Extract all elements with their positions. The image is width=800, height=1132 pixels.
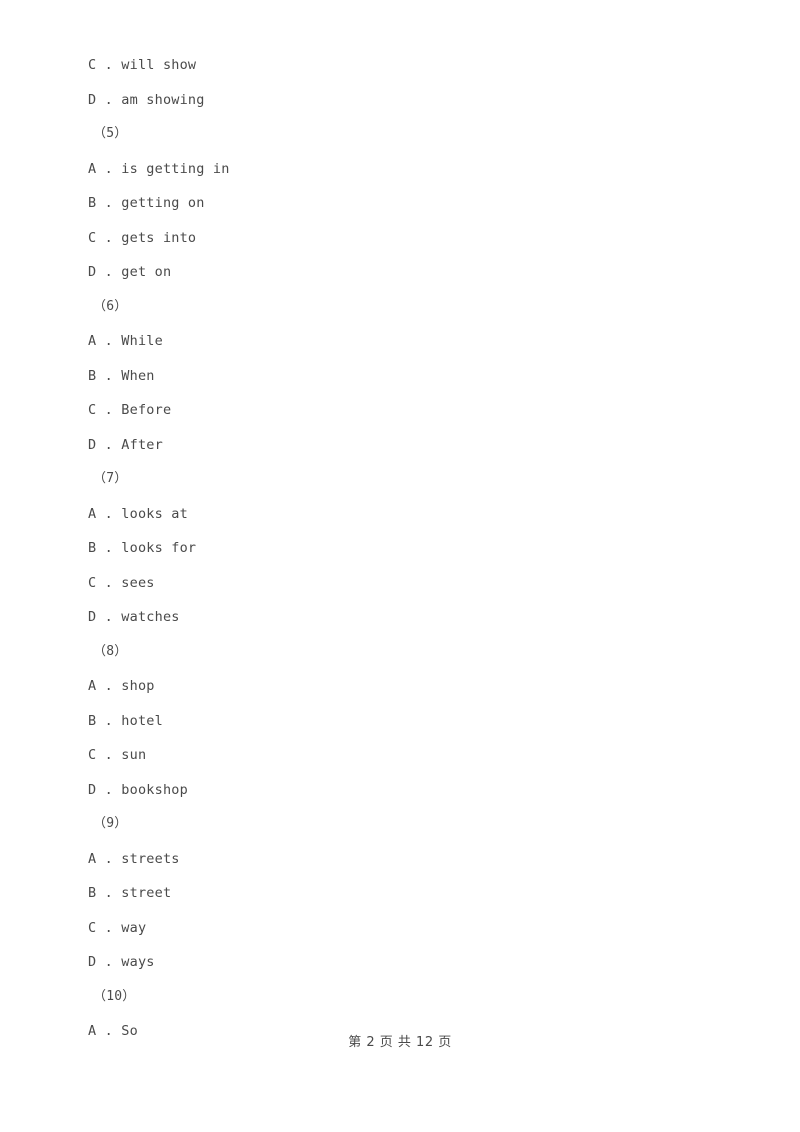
answer-option: D . watches: [88, 609, 180, 625]
answer-option: D . am showing: [88, 91, 205, 108]
question-number: （6）: [93, 298, 128, 314]
answer-option: D . ways: [88, 954, 155, 970]
answer-option: D . get on: [88, 264, 172, 280]
question-number: （9）: [93, 816, 128, 831]
answer-option: C . Before: [88, 402, 172, 418]
answer-option: C . will show: [88, 57, 197, 73]
answer-option: B . hotel: [88, 712, 163, 729]
answer-option: A . looks at: [88, 505, 188, 522]
answer-option: B . looks for: [88, 540, 197, 556]
question-options-list: C . will show D . am showing （5） A . is get…: [88, 48, 708, 1049]
answer-option: D . bookshop: [88, 781, 188, 798]
answer-option: A . is getting in: [88, 160, 230, 177]
answer-option: A . shop: [88, 678, 155, 694]
page-footer: 第 2 页 共 12 页: [348, 1035, 452, 1050]
question-number: （7）: [93, 471, 128, 486]
question-number: （5）: [93, 126, 128, 141]
document-page: C . will show D . am showing （5） A . is get…: [0, 0, 800, 1132]
question-number: （10）: [93, 988, 136, 1004]
answer-option: B . street: [88, 885, 172, 901]
answer-option: C . sun: [88, 747, 147, 763]
answer-option: C . sees: [88, 574, 155, 591]
answer-option: B . getting on: [88, 195, 205, 211]
answer-option: C . gets into: [88, 229, 197, 246]
answer-option: B . When: [88, 367, 155, 384]
answer-option: D . After: [88, 436, 163, 453]
answer-option: A . streets: [88, 850, 180, 867]
answer-option: A . While: [88, 333, 163, 349]
answer-option: C . way: [88, 919, 147, 936]
question-number: （8）: [93, 643, 128, 659]
